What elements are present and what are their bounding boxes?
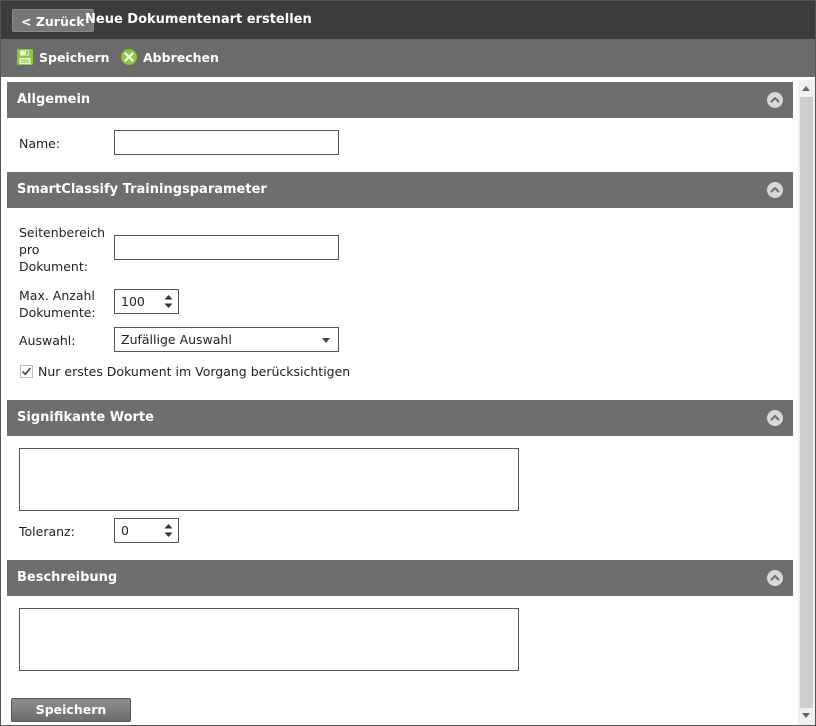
beschreibung-textarea[interactable] xyxy=(19,608,519,671)
vertical-scrollbar[interactable] xyxy=(798,80,815,725)
nur-erstes-checkbox-row[interactable]: Nur erstes Dokument im Vorgang berücksic… xyxy=(20,364,350,379)
dialog-window: < Zurück Neue Dokumentenart erstellen Sp… xyxy=(0,0,816,726)
collapse-icon[interactable] xyxy=(767,182,783,198)
auswahl-label: Auswahl: xyxy=(19,333,76,348)
cancel-toolbar-label: Abbrechen xyxy=(143,49,219,65)
back-button[interactable]: < Zurück xyxy=(12,9,94,32)
collapse-icon[interactable] xyxy=(767,92,783,108)
save-toolbar-label: Speichern xyxy=(39,49,110,65)
save-button[interactable]: Speichern xyxy=(11,698,131,722)
auswahl-select[interactable]: Zufällige Auswahl xyxy=(114,327,339,352)
toleranz-value: 0 xyxy=(121,523,129,538)
max-anzahl-value: 100 xyxy=(121,294,145,309)
form-content: Allgemein Name: SmartClassify Trainingsp… xyxy=(7,82,793,726)
section-title: Signifikante Worte xyxy=(17,410,154,425)
auswahl-value: Zufällige Auswahl xyxy=(121,332,232,347)
save-icon xyxy=(16,48,34,66)
toolbar: Speichern Abbrechen xyxy=(1,39,815,77)
seitenbereich-input[interactable] xyxy=(114,235,339,260)
title-bar: < Zurück Neue Dokumentenart erstellen xyxy=(1,1,815,39)
chevron-down-icon xyxy=(322,338,330,343)
section-title: Beschreibung xyxy=(17,570,118,585)
stepper-arrows-icon[interactable] xyxy=(164,523,173,538)
cancel-toolbar-button[interactable]: Abbrechen xyxy=(120,48,219,66)
collapse-icon[interactable] xyxy=(767,410,783,426)
seitenbereich-label-line3: Dokument: xyxy=(19,259,88,274)
name-input[interactable] xyxy=(114,130,339,155)
section-header-allgemein[interactable]: Allgemein xyxy=(7,82,793,118)
seitenbereich-label-line1: Seitenbereich xyxy=(19,225,106,240)
section-title: SmartClassify Trainingsparameter xyxy=(17,182,267,197)
name-label: Name: xyxy=(19,136,61,151)
page-title: Neue Dokumentenart erstellen xyxy=(85,12,312,27)
seitenbereich-label-line2: pro xyxy=(19,242,40,257)
scroll-thumb[interactable] xyxy=(800,97,813,708)
save-toolbar-button[interactable]: Speichern xyxy=(16,48,110,66)
scroll-up-icon[interactable] xyxy=(802,86,810,91)
toleranz-label: Toleranz: xyxy=(19,524,75,539)
section-header-signifikante-worte[interactable]: Signifikante Worte xyxy=(7,400,793,436)
max-anzahl-label-line1: Max. Anzahl xyxy=(19,288,95,303)
checkbox-label: Nur erstes Dokument im Vorgang berücksic… xyxy=(38,364,351,379)
collapse-icon[interactable] xyxy=(767,570,783,586)
max-anzahl-stepper[interactable]: 100 xyxy=(114,289,179,314)
checkbox[interactable] xyxy=(20,365,33,378)
section-title: Allgemein xyxy=(17,92,91,107)
section-header-training[interactable]: SmartClassify Trainingsparameter xyxy=(7,172,793,208)
cancel-icon xyxy=(120,48,138,66)
signifikante-worte-textarea[interactable] xyxy=(19,448,519,511)
stepper-arrows-icon[interactable] xyxy=(164,294,173,309)
max-anzahl-label-line2: Dokumente: xyxy=(19,305,96,320)
toleranz-stepper[interactable]: 0 xyxy=(114,518,179,543)
scroll-down-icon[interactable] xyxy=(802,713,810,718)
section-header-beschreibung[interactable]: Beschreibung xyxy=(7,560,793,596)
